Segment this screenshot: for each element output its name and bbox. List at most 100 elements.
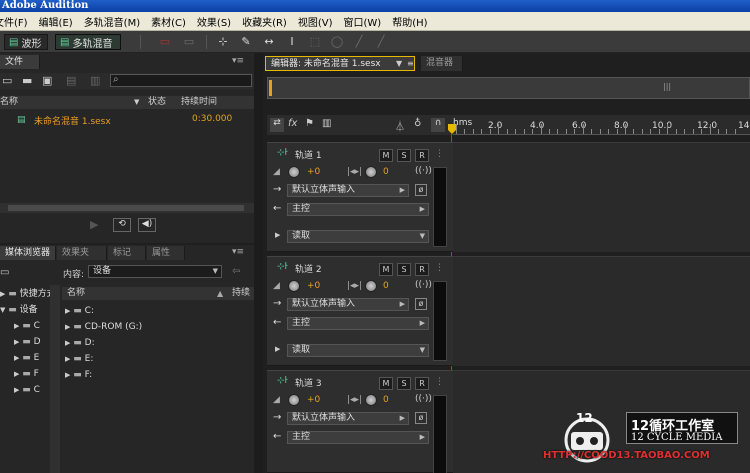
output-select[interactable]: 主控 ▶	[287, 431, 429, 444]
menu-file[interactable]: 文件(F)	[0, 14, 28, 29]
eq-icon[interactable]: ▥	[322, 118, 331, 129]
input-select[interactable]: 默认立体声输入 ▶	[287, 412, 409, 425]
drive-item[interactable]: ▶ ▬ CD-ROM (G:)	[65, 320, 142, 334]
column-name[interactable]: 名称	[67, 287, 85, 300]
marquee-tool-icon[interactable]: ⬚	[308, 35, 322, 49]
tree-drive[interactable]: ▶ ▬ D	[14, 335, 41, 349]
menu-effects[interactable]: 效果(S)	[197, 14, 231, 29]
volume-value[interactable]: +0	[307, 395, 320, 405]
pan-value[interactable]: 0	[383, 167, 389, 177]
search-input[interactable]: ⌕	[110, 74, 252, 87]
new-file-icon[interactable]: ▭	[2, 74, 12, 87]
swap-icon[interactable]: ⇄	[270, 118, 284, 132]
drive-item[interactable]: ▶ ▬ F:	[65, 368, 92, 382]
solo-button[interactable]: S	[397, 149, 411, 162]
input-select[interactable]: 默认立体声输入 ▶	[287, 184, 409, 197]
record-arm-button[interactable]: R	[415, 377, 429, 390]
metronome-icon[interactable]: ⏃	[395, 118, 405, 133]
column-duration[interactable]: 持续时间	[181, 96, 217, 109]
spot-healing-tool-icon[interactable]: ╱	[374, 35, 388, 49]
time-selection-tool-icon[interactable]: I	[285, 35, 299, 49]
file-row[interactable]: ▤ 未命名混音 1.sesx 0:30.000	[0, 114, 254, 127]
mute-button[interactable]: M	[379, 263, 393, 276]
expand-automation-icon[interactable]: ▶	[275, 345, 280, 353]
menu-help[interactable]: 帮助(H)	[392, 14, 427, 29]
pan-value[interactable]: 0	[383, 281, 389, 291]
mute-button[interactable]: M	[379, 149, 393, 162]
shortcut-icon[interactable]: ▭	[0, 267, 9, 278]
move-tool-icon[interactable]: ⊹	[216, 35, 230, 49]
headphones-icon[interactable]: ∩	[431, 118, 445, 132]
solo-button[interactable]: S	[397, 377, 411, 390]
fx-icon[interactable]: fx	[288, 118, 297, 129]
tree-shortcuts[interactable]: ▶ ▬ 快捷方式	[0, 287, 56, 301]
import-file-icon[interactable]: ▣	[42, 74, 52, 87]
content-dropdown[interactable]: 设备 ▼	[88, 265, 222, 278]
tab-editor[interactable]: 编辑器: 未命名混音 1.sesx ▼ ≡	[265, 56, 415, 71]
monitor-input-icon[interactable]: ((·))	[415, 394, 432, 404]
insert-into-icon[interactable]: ▤	[66, 74, 76, 87]
track-name[interactable]: 轨道 2	[295, 262, 322, 275]
sends-icon[interactable]: ⚑	[305, 118, 314, 129]
mute-button[interactable]: M	[379, 377, 393, 390]
menu-multitrack[interactable]: 多轨混音(M)	[84, 14, 140, 29]
monitor-input-icon[interactable]: ((·))	[415, 280, 432, 290]
expand-automation-icon[interactable]: ▶	[275, 231, 280, 239]
menu-view[interactable]: 视图(V)	[298, 14, 333, 29]
spectral-display-icon[interactable]: ▭	[158, 35, 172, 49]
track-name[interactable]: 轨道 3	[295, 376, 322, 389]
monitor-input-icon[interactable]: ((·))	[415, 166, 432, 176]
tree-drive[interactable]: ▶ ▬ E	[14, 351, 39, 365]
tree-drive[interactable]: ▶ ▬ C	[14, 319, 40, 333]
pan-knob[interactable]	[365, 166, 377, 178]
pan-value[interactable]: 0	[383, 395, 389, 405]
pan-knob[interactable]	[365, 280, 377, 292]
column-name[interactable]: 名称	[0, 96, 18, 109]
automation-mode-select[interactable]: 读取 ▼	[287, 230, 429, 243]
track-2-lane[interactable]	[453, 256, 750, 366]
input-select[interactable]: 默认立体声输入 ▶	[287, 298, 409, 311]
drive-item[interactable]: ▶ ▬ C:	[65, 304, 94, 318]
menu-window[interactable]: 窗口(W)	[344, 14, 382, 29]
tab-markers[interactable]: 标记	[108, 246, 146, 260]
pitch-display-icon[interactable]: ▭	[182, 35, 196, 49]
output-select[interactable]: 主控 ▶	[287, 317, 429, 330]
panel-menu-icon[interactable]: ▾≡	[232, 56, 244, 66]
files-hscrollbar[interactable]	[0, 203, 254, 213]
column-status[interactable]: 状态	[148, 96, 166, 109]
delete-icon[interactable]: ▥	[90, 74, 100, 87]
loop-icon[interactable]: ⟲	[113, 218, 131, 232]
column-duration[interactable]: 持续	[232, 287, 250, 300]
autoplay-icon[interactable]: ◀)	[138, 218, 156, 232]
tab-effects-rack[interactable]: 效果夹	[57, 246, 107, 260]
tab-media-browser[interactable]: 媒体浏览器	[0, 246, 56, 260]
multitrack-view-button[interactable]: ▤ 多轨混音	[55, 34, 121, 50]
volume-value[interactable]: +0	[307, 281, 320, 291]
solo-button[interactable]: S	[397, 263, 411, 276]
track-name[interactable]: 轨道 1	[295, 148, 322, 161]
output-select[interactable]: 主控 ▶	[287, 203, 429, 216]
open-file-icon[interactable]: ▬	[22, 74, 32, 87]
phase-icon[interactable]: ø	[415, 412, 427, 424]
menu-edit[interactable]: 编辑(E)	[39, 14, 73, 29]
tab-properties[interactable]: 属性	[147, 246, 185, 260]
back-icon[interactable]: ⇦	[232, 266, 240, 277]
pan-knob[interactable]	[365, 394, 377, 406]
lasso-tool-icon[interactable]: ◯	[330, 35, 344, 49]
phase-icon[interactable]: ø	[415, 298, 427, 310]
drive-item[interactable]: ▶ ▬ D:	[65, 336, 95, 350]
panel-menu-icon[interactable]: ▾≡	[232, 247, 244, 257]
volume-knob[interactable]	[288, 280, 300, 292]
volume-knob[interactable]	[288, 394, 300, 406]
record-icon[interactable]: ♁	[414, 118, 421, 129]
record-arm-button[interactable]: R	[415, 149, 429, 162]
track-1-lane[interactable]	[453, 142, 750, 252]
volume-value[interactable]: +0	[307, 167, 320, 177]
automation-mode-select[interactable]: 读取 ▼	[287, 344, 429, 357]
volume-knob[interactable]	[288, 166, 300, 178]
tree-scrollbar[interactable]	[50, 285, 60, 473]
menu-favorites[interactable]: 收藏夹(R)	[242, 14, 287, 29]
brush-tool-icon[interactable]: ╱	[352, 35, 366, 49]
record-arm-button[interactable]: R	[415, 263, 429, 276]
tree-drive[interactable]: ▶ ▬ F	[14, 367, 39, 381]
